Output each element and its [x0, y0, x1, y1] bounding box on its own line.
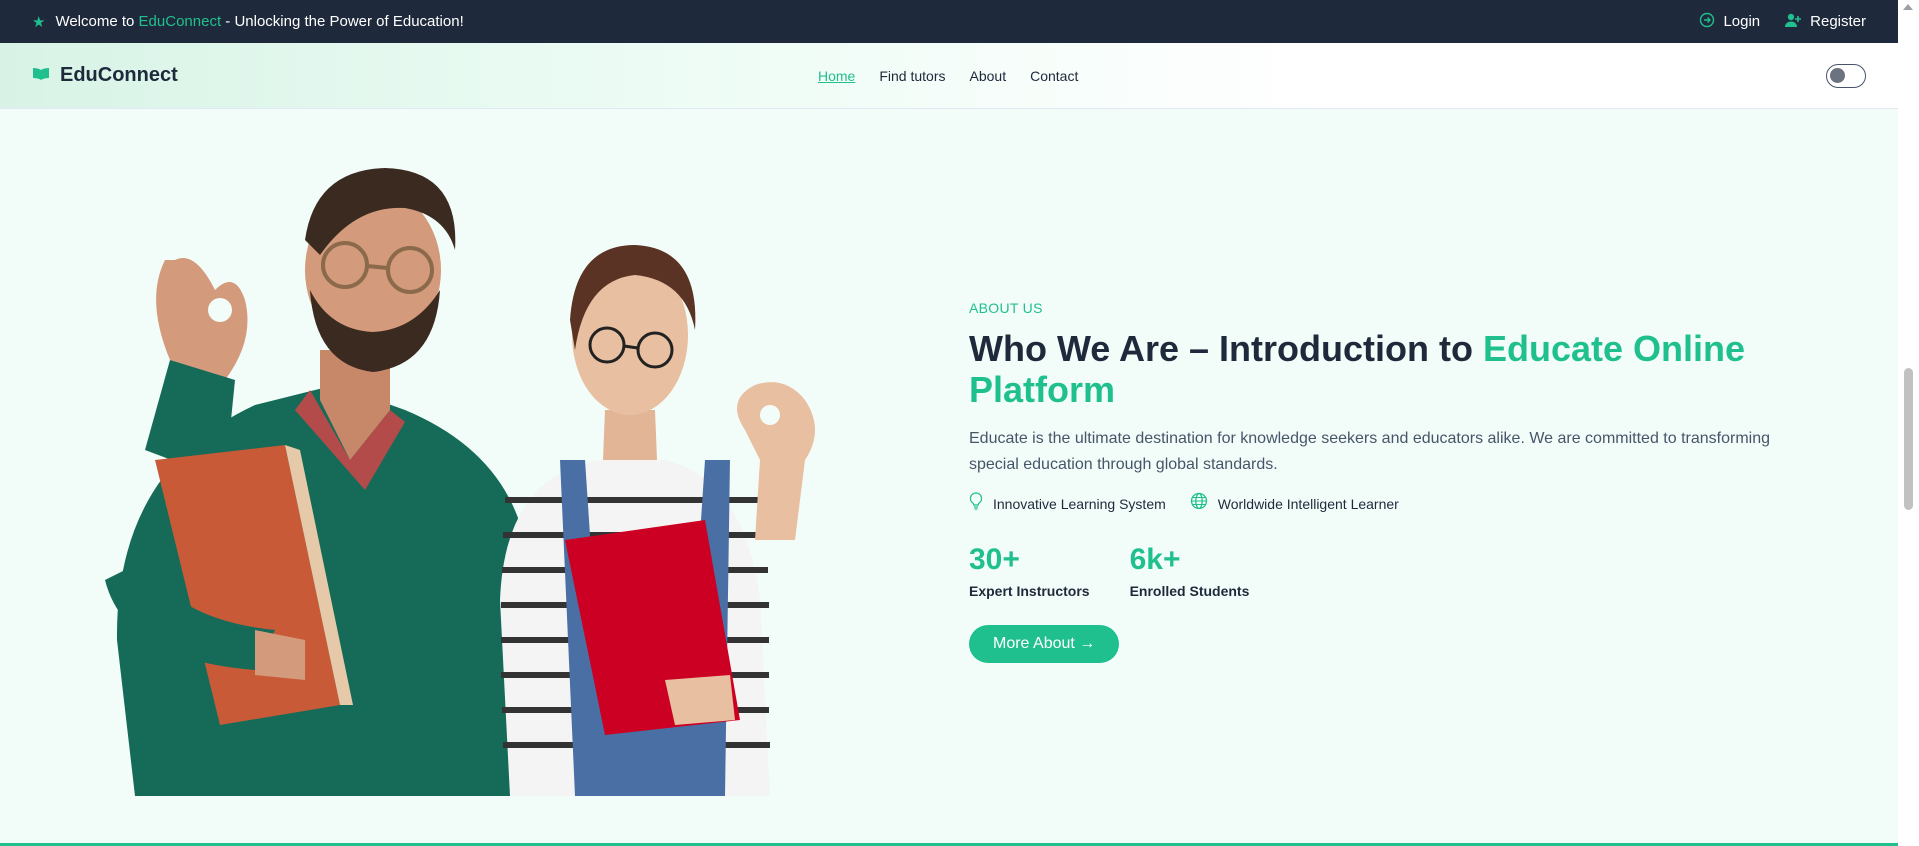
scroll-up-arrow-icon[interactable] [1903, 4, 1913, 10]
stat-label: Expert Instructors [969, 583, 1090, 599]
stat-students: 6k+ Enrolled Students [1129, 543, 1250, 600]
feature-label: Worldwide Intelligent Learner [1217, 495, 1399, 512]
add-user-icon [1784, 12, 1802, 32]
stat-instructors: 30+ Expert Instructors [969, 543, 1090, 600]
nav-home[interactable]: Home [818, 68, 855, 84]
feature-list: Innovative Learning System Worldwide Int… [969, 492, 1799, 515]
globe-icon [1190, 492, 1208, 515]
hero-students-image [105, 168, 815, 796]
welcome-suffix: - Unlocking the Power of Education! [225, 13, 464, 30]
male-student-figure [105, 168, 530, 796]
register-label: Register [1810, 13, 1866, 30]
stat-label: Enrolled Students [1129, 583, 1250, 599]
toggle-knob [1830, 68, 1845, 83]
section-description: Educate is the ultimate destination for … [969, 430, 1771, 473]
page-scrollbar[interactable] [1898, 0, 1919, 846]
welcome-prefix: Welcome to [55, 13, 135, 30]
feature-label: Innovative Learning System [993, 495, 1166, 512]
book-icon [32, 66, 50, 86]
site-logo[interactable]: EduConnect [32, 64, 178, 87]
register-link[interactable]: Register [1784, 12, 1866, 32]
stat-value: 6k+ [1129, 543, 1181, 576]
login-link[interactable]: Login [1699, 12, 1760, 32]
login-label: Login [1723, 13, 1761, 30]
feature-item: Innovative Learning System [969, 492, 1166, 515]
star-icon: ★ [32, 13, 46, 31]
title-main: Who We Are – Introduction to [969, 328, 1473, 369]
login-icon [1699, 12, 1715, 32]
scrollbar-thumb[interactable] [1904, 368, 1913, 510]
main-nav: Home Find tutors About Contact [818, 43, 1078, 109]
welcome-brand: EduConnect [138, 13, 222, 30]
logo-text: EduConnect [60, 64, 178, 86]
female-student-figure [500, 245, 815, 796]
about-section: ABOUT US Who We Are – Introduction to Ed… [969, 300, 1799, 663]
theme-toggle[interactable] [1826, 64, 1866, 88]
more-about-button[interactable]: More About → [969, 625, 1120, 663]
nav-contact[interactable]: Contact [1030, 68, 1078, 84]
stat-value: 30+ [969, 543, 1020, 576]
announcement-bar: ★ Welcome to EduConnect - Unlocking the … [0, 0, 1898, 43]
nav-find-tutors[interactable]: Find tutors [879, 68, 945, 84]
welcome-message: ★ Welcome to EduConnect - Unlocking the … [32, 13, 464, 31]
section-title: Who We Are – Introduction to Educate Onl… [969, 328, 1799, 410]
nav-about[interactable]: About [970, 68, 1007, 84]
lightbulb-icon [969, 492, 983, 515]
feature-item: Worldwide Intelligent Learner [1190, 492, 1399, 515]
section-eyebrow: ABOUT US [969, 300, 1043, 316]
main-navbar: EduConnect Home Find tutors About Contac… [0, 43, 1898, 109]
stats-row: 30+ Expert Instructors 6k+ Enrolled Stud… [969, 543, 1799, 600]
